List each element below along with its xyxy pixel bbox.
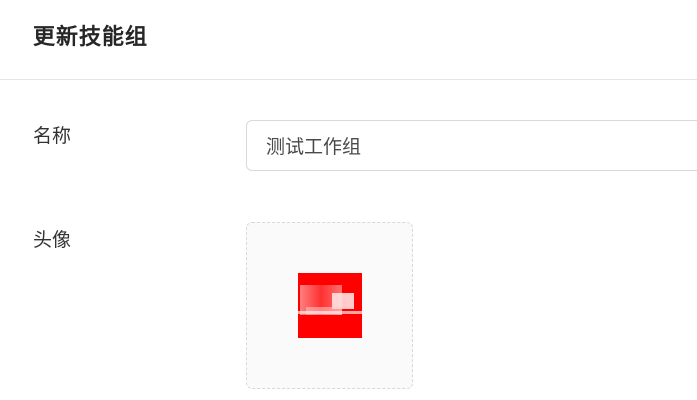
name-input[interactable] xyxy=(246,120,697,171)
page-header: 更新技能组 xyxy=(0,0,697,80)
avatar-upload[interactable] xyxy=(246,222,413,389)
update-skill-group-page: 更新技能组 名称 头像 xyxy=(0,0,697,400)
avatar-label: 头像 xyxy=(33,229,72,251)
avatar-pixelated-line xyxy=(298,311,362,314)
avatar-image xyxy=(298,273,362,338)
name-label: 名称 xyxy=(33,125,72,147)
page-title: 更新技能组 xyxy=(33,25,149,50)
